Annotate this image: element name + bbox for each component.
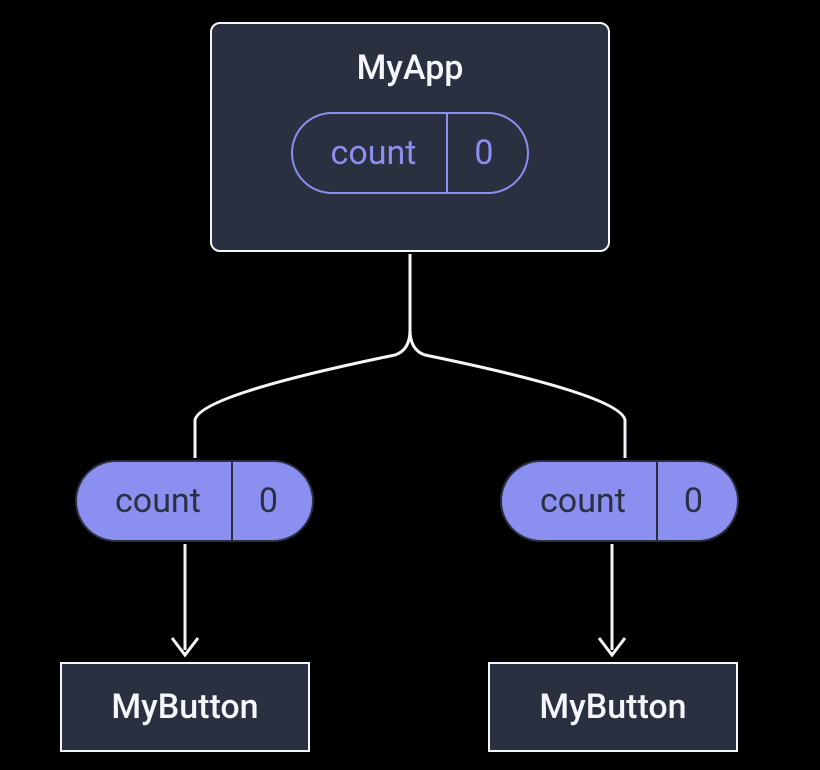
arrow-left-head	[172, 638, 198, 655]
prop-pill-left: count 0	[75, 460, 314, 542]
prop-value: 0	[658, 462, 737, 540]
child-component-label: MyButton	[111, 687, 258, 727]
parent-state-pill: count 0	[291, 112, 530, 194]
parent-component-title: MyApp	[357, 48, 464, 88]
arrow-right-head	[599, 638, 625, 655]
prop-value: 0	[233, 462, 312, 540]
prop-label: count	[502, 462, 656, 540]
state-value: 0	[448, 114, 527, 192]
child-component-box-right: MyButton	[488, 662, 738, 752]
component-tree-diagram: MyApp count 0 count 0 count 0 MyButton M…	[0, 0, 820, 770]
prop-pill-right: count 0	[500, 460, 739, 542]
child-component-box-left: MyButton	[60, 662, 310, 752]
parent-component-box: MyApp count 0	[210, 22, 610, 252]
connector-left	[195, 254, 410, 458]
child-component-label: MyButton	[539, 687, 686, 727]
connector-right	[410, 254, 625, 458]
prop-label: count	[77, 462, 231, 540]
state-label: count	[293, 114, 447, 192]
